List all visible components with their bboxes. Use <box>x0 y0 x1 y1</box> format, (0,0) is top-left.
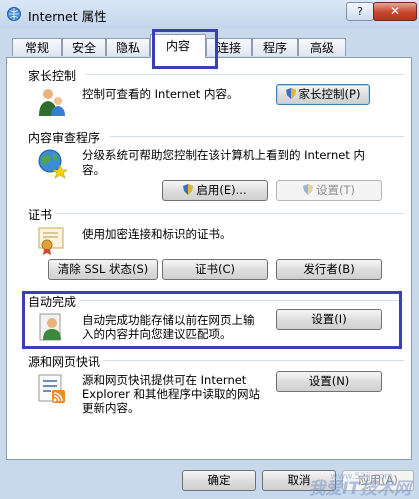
tab-security[interactable]: 安全 <box>62 38 106 56</box>
enable-advisor-button[interactable]: 启用(E)... <box>162 180 268 201</box>
tab-advanced[interactable]: 高级 <box>298 38 346 56</box>
certificates-heading: 证书 <box>28 206 56 223</box>
autocomplete-heading: 自动完成 <box>28 293 80 310</box>
close-button[interactable]: ✕ <box>373 2 417 21</box>
advisor-settings-button-label: 设置(T) <box>316 183 355 197</box>
clear-ssl-state-button[interactable]: 清除 SSL 状态(S) <box>48 259 158 280</box>
feeds-icon <box>38 374 65 403</box>
parental-controls-heading: 家长控制 <box>28 67 80 84</box>
enable-advisor-button-label: 启用(E)... <box>196 183 247 197</box>
feeds-description-line3: 更新内容。 <box>82 401 140 415</box>
uac-shield-icon <box>183 184 194 195</box>
autocomplete-settings-button[interactable]: 设置(I) <box>276 309 382 330</box>
uac-shield-icon <box>303 184 313 195</box>
advisor-settings-button[interactable]: 设置(T) <box>276 180 382 201</box>
tab-connections[interactable]: 连接 <box>206 38 252 56</box>
feeds-description-line2: Explorer 和其他程序中读取的网站 <box>82 387 261 401</box>
internet-options-icon <box>7 7 21 21</box>
ok-button[interactable]: 确定 <box>182 470 256 491</box>
autocomplete-description-line2: 入的内容并向您建议匹配项。 <box>82 327 232 341</box>
group-divider <box>80 300 404 301</box>
certificates-description: 使用加密连接和标识的证书。 <box>82 227 232 241</box>
content-advisor-icon <box>38 149 68 179</box>
certificates-button[interactable]: 证书(C) <box>162 259 268 280</box>
tab-programs[interactable]: 程序 <box>252 38 298 56</box>
uac-shield-icon <box>285 88 296 99</box>
content-advisor-description-line1: 分级系统可帮助您控制在该计算机上看到的 Internet 内 <box>82 148 365 162</box>
parental-controls-button-label: 家长控制(P) <box>298 87 361 101</box>
feeds-heading: 源和网页快讯 <box>28 353 104 370</box>
content-advisor-heading: 内容审查程序 <box>28 129 104 146</box>
autocomplete-icon <box>39 313 61 341</box>
window-title: Internet 属性 <box>28 9 107 24</box>
group-divider <box>86 74 404 75</box>
watermark-text: 我爱IT技术网 <box>308 479 411 499</box>
parental-controls-description: 控制可查看的 Internet 内容。 <box>82 87 239 101</box>
group-divider <box>110 136 404 137</box>
certificate-icon <box>38 227 64 255</box>
feeds-description-line1: 源和网页快讯提供可在 Internet <box>82 373 247 387</box>
publishers-button[interactable]: 发行者(B) <box>276 259 382 280</box>
feeds-settings-button[interactable]: 设置(N) <box>276 371 382 392</box>
tab-content[interactable]: 内容 <box>150 34 206 58</box>
tab-general[interactable]: 常规 <box>12 38 62 56</box>
content-advisor-description-line2: 容。 <box>82 163 105 177</box>
group-divider <box>56 213 404 214</box>
parental-controls-button[interactable]: 家长控制(P) <box>276 84 370 105</box>
tab-privacy[interactable]: 隐私 <box>106 38 150 56</box>
parental-controls-icon <box>39 89 65 116</box>
autocomplete-description-line1: 自动完成功能存储以前在网页上输 <box>82 313 255 327</box>
help-button[interactable]: ? <box>346 2 374 21</box>
group-divider <box>104 360 404 361</box>
